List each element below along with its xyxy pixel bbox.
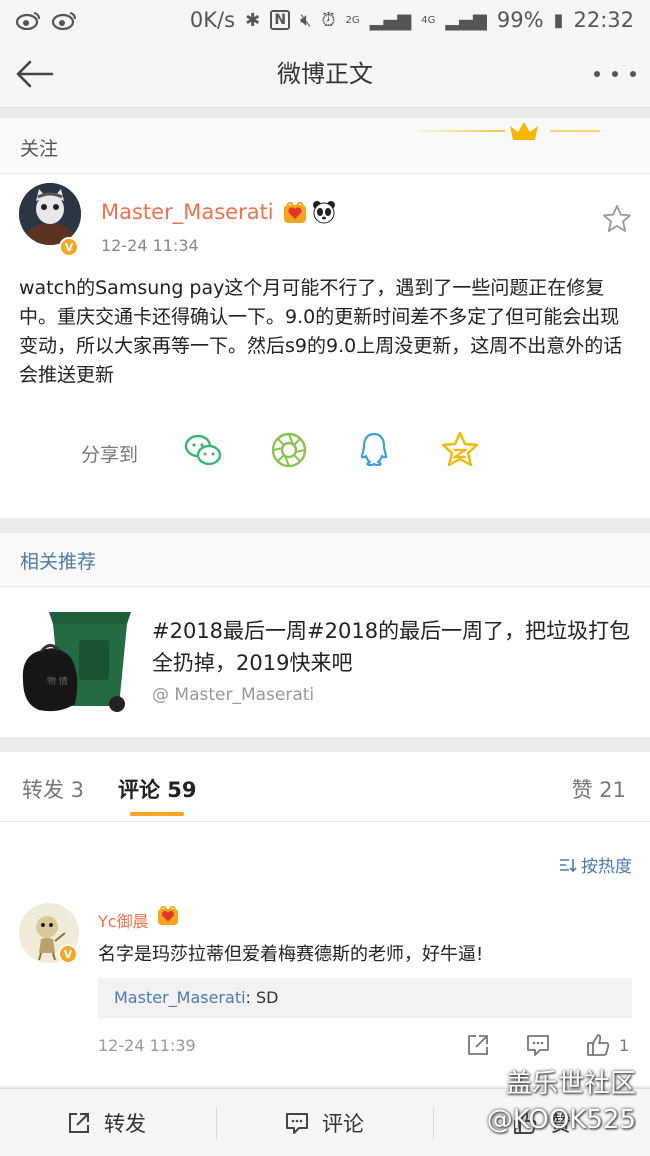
comment-like-count: 1	[619, 1036, 630, 1055]
reply-text: : SD	[245, 988, 279, 1007]
comment-bubble-icon[interactable]	[525, 1032, 551, 1058]
comment-reply-box[interactable]: Master_Maserati: SD	[98, 978, 632, 1018]
tab-likes[interactable]: 赞 21	[572, 774, 626, 804]
dot-icon	[612, 71, 618, 77]
network-speed: 0K/s	[189, 8, 236, 32]
alarm-icon: ⏰︎	[321, 9, 336, 31]
member-heart-badge-icon	[284, 202, 306, 223]
follow-strip: 关注	[0, 118, 650, 174]
status-bar: 0K/s ✱ N 🔇︎ ⏰︎ 2G ▂▄▆ 4G ▂▄▆ 99% ▮ 22:32	[0, 0, 650, 40]
related-thumbnail: 物 情	[19, 600, 136, 717]
watermark: 盖乐世社区 @KOOK525	[487, 1066, 636, 1138]
tab-comments[interactable]: 评论 59	[118, 774, 197, 804]
bluetooth-icon: ✱	[245, 9, 261, 31]
repost-button[interactable]: 转发	[66, 1089, 146, 1156]
post-timestamp: 12-24 11:34	[101, 236, 199, 255]
comment-author[interactable]: Yc御晨	[98, 908, 149, 932]
reply-author[interactable]: Master_Maserati	[114, 988, 246, 1007]
post-text: watch的Samsung pay这个月可能不行了，遇到了一些问题正在修复中。重…	[19, 277, 623, 386]
watermark-line1: 盖乐世社区	[505, 1069, 636, 1099]
weibo-notification-icon	[52, 12, 76, 30]
qzone-icon[interactable]	[440, 430, 480, 470]
avatar[interactable]	[19, 183, 81, 245]
divider	[216, 1107, 217, 1139]
svg-text:物 情: 物 情	[47, 675, 68, 687]
related-post-author: @ Master_Maserati	[152, 685, 315, 705]
comment-timestamp: 12-24 11:39	[98, 1036, 196, 1055]
sort-icon	[560, 858, 577, 872]
comment-text: 名字是玛莎拉蒂但爱着梅赛德斯的老师，好牛逼!	[98, 944, 484, 965]
dot-icon	[630, 71, 636, 77]
signal-4g-label: 4G	[421, 14, 436, 26]
sort-by-hot-button[interactable]: 按热度	[559, 852, 632, 877]
related-section-header: 相关推荐	[0, 533, 650, 587]
sort-label: 按热度	[581, 857, 632, 877]
related-post-card[interactable]: 物 情 #2018最后一周#2018的最后一周了，把垃圾打包全扔掉，2019快来…	[0, 587, 650, 737]
post-card: V Master_Maserati 12-24 11:34 watch的Sams…	[0, 174, 650, 518]
verified-badge-icon: V	[59, 237, 79, 257]
more-options-button[interactable]	[594, 58, 636, 90]
divider	[433, 1107, 434, 1139]
dot-icon	[594, 71, 600, 77]
qq-icon[interactable]	[354, 430, 394, 470]
battery-charging-icon: ▮	[553, 9, 564, 31]
battery-percent: 99%	[496, 8, 544, 32]
tab-reposts[interactable]: 转发 3	[22, 774, 84, 804]
comment-icon	[286, 1113, 308, 1134]
interaction-tabs: 转发 3 评论 59 赞 21	[0, 752, 650, 822]
related-post-title: #2018最后一周#2018的最后一周了，把垃圾打包全扔掉，2019快来吧	[152, 619, 631, 675]
crown-decoration-icon	[410, 122, 600, 140]
signal-icon: ▂▄▆	[369, 9, 412, 31]
weibo-notification-icon	[16, 12, 40, 30]
post-author[interactable]: Master_Maserati	[101, 200, 274, 224]
watermark-line2: @KOOK525	[486, 1105, 636, 1135]
panda-badge-icon	[313, 201, 335, 224]
favorite-star-icon[interactable]	[602, 204, 632, 234]
member-heart-badge-icon	[158, 906, 178, 926]
thumbs-up-icon[interactable]	[585, 1032, 611, 1058]
related-heading: 相关推荐	[20, 551, 97, 573]
share-label: 分享到	[81, 444, 139, 466]
page-title: 微博正文	[277, 60, 373, 88]
mute-icon: 🔇︎	[300, 9, 312, 31]
moments-icon[interactable]	[269, 430, 309, 470]
active-tab-indicator	[130, 812, 184, 816]
nav-bar: 微博正文	[0, 40, 650, 108]
repost-icon	[69, 1113, 89, 1133]
comments-list: 按热度 V Yc御晨 名字是玛莎拉蒂但爱着梅赛德斯的老师，好牛逼! Master…	[0, 822, 650, 1086]
repost-label: 转发	[104, 1112, 146, 1136]
wechat-icon[interactable]	[183, 430, 223, 470]
follow-label: 关注	[20, 138, 59, 160]
comment-button[interactable]: 评论	[284, 1089, 364, 1156]
verified-badge-icon: V	[58, 944, 78, 964]
clock: 22:32	[573, 8, 634, 32]
nfc-icon: N	[270, 10, 291, 30]
signal-2g-label: 2G	[345, 14, 360, 26]
comment-label: 评论	[322, 1112, 364, 1136]
avatar-image	[19, 183, 81, 245]
signal-icon: ▂▄▆	[445, 9, 487, 31]
share-external-icon[interactable]	[465, 1032, 491, 1058]
